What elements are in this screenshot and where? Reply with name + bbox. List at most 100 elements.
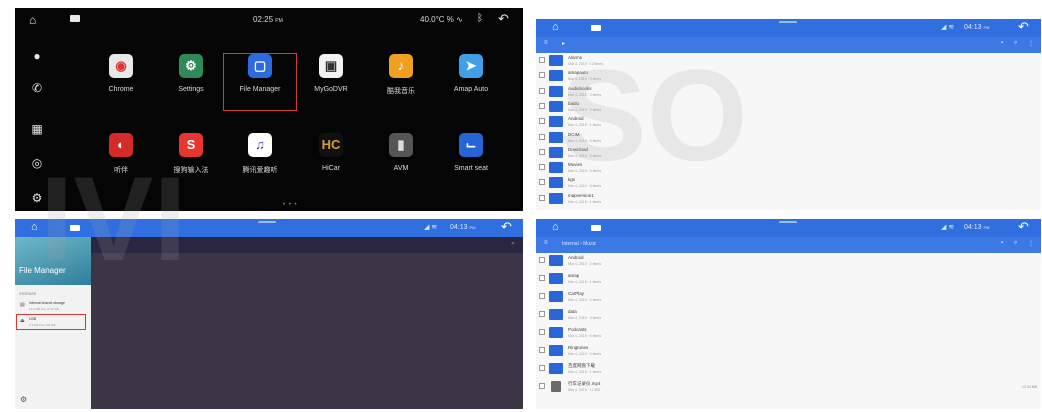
checkbox[interactable] <box>539 118 545 125</box>
wifi-icon: ◢ ≋ <box>941 224 955 231</box>
list-item[interactable]: mapversion1 Mar 4, 2019 · 1 items <box>536 191 1041 207</box>
checkbox[interactable] <box>539 293 545 299</box>
app-avm[interactable]: ▮ AVM <box>365 133 437 189</box>
checkbox[interactable] <box>539 164 545 171</box>
list-item[interactable]: 行车记录仪.mp4 Mar 4, 2019 · 12 MB 12.04 MB <box>536 379 1041 395</box>
app-smart-seat[interactable]: ⌙ Smart seat <box>435 133 507 189</box>
checkbox[interactable] <box>539 133 545 140</box>
back-icon[interactable]: ↶ <box>501 219 512 235</box>
app-dvr[interactable]: ▣ MyGoDVR <box>295 54 367 110</box>
recent-apps-icon[interactable] <box>70 15 80 22</box>
file-manager-list-top: ⌂ ◢ ≋ 04:13 PM ↶ ≡ ▸ ▪ ⌕ ⋮ Alarms Mar 4, … <box>536 19 1041 210</box>
folder-icon <box>549 291 563 302</box>
folder-icon <box>549 116 563 128</box>
checkbox[interactable] <box>539 383 545 389</box>
search-icon[interactable]: ⌕ <box>1014 40 1017 47</box>
navigation-icon[interactable]: ◎ <box>25 153 49 173</box>
view-icon[interactable]: ▪ <box>1001 40 1003 46</box>
item-meta: Mar 4, 2019 · 1 items <box>568 199 602 204</box>
checkbox[interactable] <box>539 311 545 317</box>
apps-grid-icon[interactable]: ▦ <box>25 119 49 139</box>
list-item[interactable]: amap Mar 4, 2019 · 1 items <box>536 271 1041 287</box>
overflow-icon[interactable]: ⋮ <box>1028 240 1034 247</box>
home-icon[interactable]: ⌂ <box>31 221 38 233</box>
list-item[interactable]: Alarms Mar 4, 2019 · 12 items <box>536 53 1041 69</box>
app-tencent-listen[interactable]: ♫ 腾讯爱趣听 <box>224 133 296 189</box>
item-name: Movies <box>568 162 583 168</box>
checkbox[interactable] <box>539 329 545 335</box>
app-file-manager[interactable]: ▢ File Manager <box>223 53 297 111</box>
breadcrumb[interactable]: Internal › Music <box>562 241 596 247</box>
microphone-icon[interactable]: ● <box>25 46 49 66</box>
checkbox[interactable] <box>539 72 545 79</box>
checkbox[interactable] <box>539 102 545 109</box>
list-item[interactable]: CarPlay Mar 4, 2019 · 0 items <box>536 289 1041 305</box>
app-kuwo-music[interactable]: ♪ 酷我音乐 <box>365 54 437 110</box>
recent-apps-icon[interactable] <box>591 25 601 31</box>
list-item[interactable]: baidu Mar 4, 2019 · 2 items <box>536 99 1041 115</box>
checkbox[interactable] <box>539 257 545 263</box>
checkbox[interactable] <box>539 148 545 155</box>
back-icon[interactable]: ↶ <box>498 11 509 27</box>
settings-icon[interactable]: ⚙ <box>20 395 27 404</box>
recent-apps-icon[interactable] <box>591 225 601 231</box>
drawer-item-internal-storage[interactable]: ▤ Internal shared storage 12.6 GB free o… <box>17 299 85 313</box>
home-icon[interactable]: ⌂ <box>552 21 559 33</box>
list-item[interactable]: data Mar 4, 2019 · 3 items <box>536 307 1041 323</box>
list-item[interactable]: kgs Mar 4, 2019 · 5 items <box>536 175 1041 191</box>
home-icon[interactable]: ⌂ <box>552 221 559 233</box>
drag-handle[interactable] <box>258 221 276 223</box>
app-gear[interactable]: ⚙ Settings <box>155 54 227 110</box>
dvr-icon: ▣ <box>319 54 343 78</box>
back-icon[interactable]: ↶ <box>1018 219 1029 235</box>
app-amap[interactable]: ➤ Amap Auto <box>435 54 507 110</box>
home-icon[interactable]: ⌂ <box>29 13 36 27</box>
back-icon[interactable]: ↶ <box>1018 19 1029 35</box>
checkbox[interactable] <box>539 87 545 94</box>
app-tingban[interactable]: ◐ 听伴 <box>85 133 157 189</box>
menu-icon[interactable]: ≡ <box>544 240 548 246</box>
hicar-icon: HC <box>319 133 343 157</box>
list-item[interactable]: Movies Mar 4, 2019 · 0 items <box>536 160 1041 176</box>
app-sogou-input[interactable]: S 搜狗输入法 <box>155 133 227 189</box>
checkbox[interactable] <box>539 57 545 63</box>
item-name: Download <box>568 146 589 152</box>
drawer-item-usb[interactable]: ⏏ USB 2.3 GB free of 8 GB <box>16 314 86 330</box>
overflow-icon[interactable]: ⋮ <box>1028 40 1034 47</box>
folder-icon <box>549 55 563 66</box>
item-meta: Mar 4, 2019 · 0 items <box>568 334 602 338</box>
app-label: 酷我音乐 <box>387 88 415 95</box>
phone-icon[interactable]: ✆ <box>25 78 49 98</box>
list-item[interactable]: Podcasts Mar 4, 2019 · 0 items <box>536 325 1041 341</box>
view-icon[interactable]: ▪ <box>1001 240 1003 246</box>
list-item[interactable]: 百度网盘下载 Mar 4, 2019 · 1 items <box>536 361 1041 377</box>
list-item[interactable]: Ringtones Mar 4, 2019 · 0 items <box>536 343 1041 359</box>
list-item[interactable]: Android Mar 4, 2019 · 1 items <box>536 114 1041 130</box>
app-hicar[interactable]: HC HiCar <box>295 133 367 189</box>
checkbox[interactable] <box>539 179 545 186</box>
close-icon[interactable]: ✕ <box>511 241 515 247</box>
checkbox[interactable] <box>539 275 545 281</box>
item-meta: Mar 4, 2019 · 12 items <box>568 62 604 66</box>
navigation-drawer: File Manager STORAGE ▤ Internal shared s… <box>15 237 91 409</box>
drag-handle[interactable] <box>779 21 797 23</box>
list-item[interactable]: Android Mar 4, 2019 · 2 items <box>536 253 1041 269</box>
list-item[interactable]: DCIM Mar 4, 2019 · 0 items <box>536 130 1041 146</box>
list-item[interactable]: Audiobooks Mar 4, 2019 · 0 items <box>536 84 1041 100</box>
menu-icon[interactable]: ≡ <box>544 40 548 46</box>
search-icon[interactable]: ⌕ <box>1014 240 1017 247</box>
clock: 04:13 PM <box>450 224 476 231</box>
list-item[interactable]: amapauto Mar 4, 2019 · 3 items <box>536 68 1041 84</box>
recent-apps-icon[interactable] <box>70 225 80 231</box>
drag-handle[interactable] <box>779 221 797 223</box>
amap-icon: ➤ <box>459 54 483 78</box>
checkbox[interactable] <box>539 365 545 371</box>
up-icon[interactable]: ▸ <box>562 40 565 47</box>
drawer-item-subtitle: 2.3 GB free of 8 GB <box>29 323 56 327</box>
app-chrome[interactable]: ◉ Chrome <box>85 54 157 110</box>
settings-icon[interactable]: ⚙ <box>25 188 49 208</box>
list-item[interactable]: Download Mar 4, 2019 · 0 items <box>536 145 1041 161</box>
checkbox[interactable] <box>539 347 545 353</box>
clock: 04:13 PM <box>964 224 990 231</box>
checkbox[interactable] <box>539 194 545 201</box>
